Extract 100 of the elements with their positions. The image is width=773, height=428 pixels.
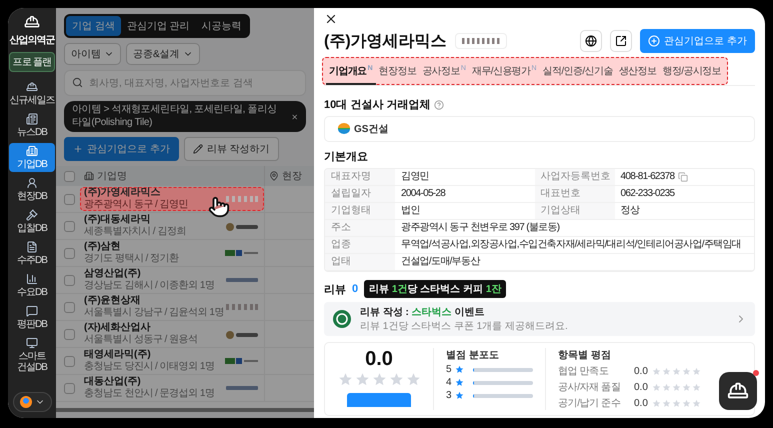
company-info: 경기도 평택시 / 정기환 xyxy=(84,253,180,265)
company-name: 대동산업(주) xyxy=(84,376,142,388)
star-icon xyxy=(692,366,701,376)
nav-item[interactable]: 수주DB xyxy=(9,239,55,268)
nav-item[interactable]: 현장DB xyxy=(9,175,55,204)
star-icon xyxy=(692,382,701,392)
star-icon xyxy=(652,366,661,376)
field-label: 업태 xyxy=(325,254,395,271)
nav-item[interactable]: 수요DB xyxy=(9,271,55,300)
nav-item[interactable]: 입찰DB xyxy=(9,207,55,236)
review-button[interactable] xyxy=(347,393,411,407)
pencil-icon xyxy=(192,144,203,154)
company-info: 세종특별자치시 / 김정희 xyxy=(84,226,187,238)
document-icon xyxy=(26,241,38,253)
star-count-label: 5 xyxy=(446,364,452,375)
star-icon xyxy=(682,398,691,408)
globe-icon xyxy=(585,35,598,47)
field-value: 무역업/석공사업,외장공사업,수입건축자재/세라믹/대리석/인테리어공사업/주택임대 xyxy=(395,237,754,254)
tab[interactable]: 관심기업 관리 xyxy=(120,16,196,36)
star-icon xyxy=(672,382,681,392)
filter-dropdown[interactable]: 아이템 xyxy=(64,43,121,65)
plus-icon xyxy=(73,144,83,154)
plan-button[interactable]: 프로 플랜 xyxy=(8,52,56,72)
nav-item[interactable]: 평판DB xyxy=(9,303,55,332)
partner-name: GS건설 xyxy=(354,123,388,136)
star-icon xyxy=(682,366,691,376)
checkbox[interactable] xyxy=(64,302,75,312)
tab[interactable]: 실적/인증/신기술 xyxy=(540,59,616,85)
write-review-button[interactable]: 리뷰 작성하기 xyxy=(184,137,279,161)
field-label: 업종 xyxy=(325,237,395,254)
star-icon xyxy=(454,378,464,387)
swirl-logo-icon xyxy=(337,123,351,135)
nav-item[interactable]: 뉴스DB xyxy=(9,111,55,140)
nav-item[interactable]: 신규세일즈 xyxy=(9,79,55,108)
copy-icon[interactable] xyxy=(678,172,688,182)
company-title: (주)가영세라믹스 xyxy=(324,32,447,52)
external-link-button[interactable] xyxy=(610,30,632,52)
checkbox[interactable] xyxy=(64,170,75,182)
star-icon xyxy=(662,382,671,392)
criterion-score: 0.0 xyxy=(634,366,648,376)
tab[interactable]: 행정/공시정보 xyxy=(659,59,724,85)
message-icon xyxy=(26,305,38,317)
field-value: 건설업/도매/부동산 xyxy=(395,254,754,271)
logo-drawing xyxy=(224,193,260,205)
nav-item[interactable]: 기업DB xyxy=(9,143,55,172)
field-value: 법인 xyxy=(395,203,534,220)
tab[interactable]: 재무/신용평가$^{N}$ xyxy=(468,59,540,85)
checkbox[interactable] xyxy=(64,194,75,204)
tab[interactable]: 기업개요$^{N}$ xyxy=(326,59,376,85)
company-name: (주)대동세라믹 xyxy=(84,214,152,226)
section-title: 기본개요 xyxy=(324,150,368,164)
checkbox[interactable] xyxy=(64,382,75,394)
hand-pointer-icon xyxy=(208,196,230,218)
avatar-icon xyxy=(20,396,32,408)
star-icon xyxy=(388,372,404,387)
star-icon xyxy=(338,372,352,387)
monitor-icon xyxy=(26,337,38,349)
field-label: 설립일자 xyxy=(325,186,395,203)
building-icon xyxy=(84,171,94,181)
criterion-label: 협업 만족도 xyxy=(558,365,610,378)
checkbox[interactable] xyxy=(64,356,75,366)
star-icon xyxy=(672,366,681,376)
nav-item[interactable]: 스마트 건설DB xyxy=(9,335,55,375)
filter-dropdown[interactable]: 공종&설계 xyxy=(126,43,200,65)
star-icon xyxy=(454,365,464,374)
checkbox[interactable] xyxy=(64,220,75,232)
new-label: N xyxy=(532,64,537,72)
tab[interactable]: 공사정보$^{N}$ xyxy=(419,59,469,85)
star-icon xyxy=(406,372,420,387)
brand-name: 산업의역군 xyxy=(10,34,54,47)
field-value: 062-233-0235 xyxy=(614,186,754,203)
checkbox[interactable] xyxy=(64,248,75,258)
tab[interactable]: 현장정보 xyxy=(376,59,420,85)
star-icon xyxy=(662,398,671,408)
profile-button[interactable] xyxy=(12,392,52,412)
close-icon[interactable] xyxy=(324,12,338,26)
plus-circle-icon xyxy=(648,35,660,47)
promo-badge: 리뷰 1건당 스타벅스 커피 1잔 xyxy=(364,280,506,298)
field-value: 408-81-62378 xyxy=(614,169,754,186)
event-title: 리뷰 작성 : 스타벅스 이벤트 xyxy=(360,306,486,319)
field-label: 대표자명 xyxy=(325,169,395,186)
globe-button[interactable] xyxy=(580,30,602,52)
checkbox[interactable] xyxy=(64,274,75,286)
event-text: 리뷰 1건당 스타벅스 쿠폰 1개를 제공해드려요. xyxy=(360,320,569,333)
star-icon xyxy=(372,372,386,387)
tab[interactable]: 시공능력 xyxy=(196,16,248,36)
star-icon xyxy=(672,398,681,408)
search-field[interactable]: 회사명, 대표자명, 사업자번호로 검색 xyxy=(64,70,306,96)
tab[interactable]: 생산정보 xyxy=(616,59,660,85)
field-label: 주소 xyxy=(325,220,395,237)
star-icon xyxy=(682,382,691,392)
checkbox[interactable] xyxy=(64,328,75,340)
assistant-button[interactable] xyxy=(719,372,757,410)
star-icon xyxy=(354,372,370,387)
average-score: 0.0 xyxy=(365,348,393,370)
company-info: 충청남도 당진시 / 이태영외 1명 xyxy=(84,361,216,373)
event-banner[interactable]: 리뷰 작성 : 스타벅스 이벤트 리뷰 1건당 스타벅스 쿠폰 1개를 제공해드려요. xyxy=(324,302,755,336)
star-count-label: 3 xyxy=(446,390,452,401)
field-label: 대표번호 xyxy=(534,186,614,203)
new-label: N xyxy=(460,64,466,72)
